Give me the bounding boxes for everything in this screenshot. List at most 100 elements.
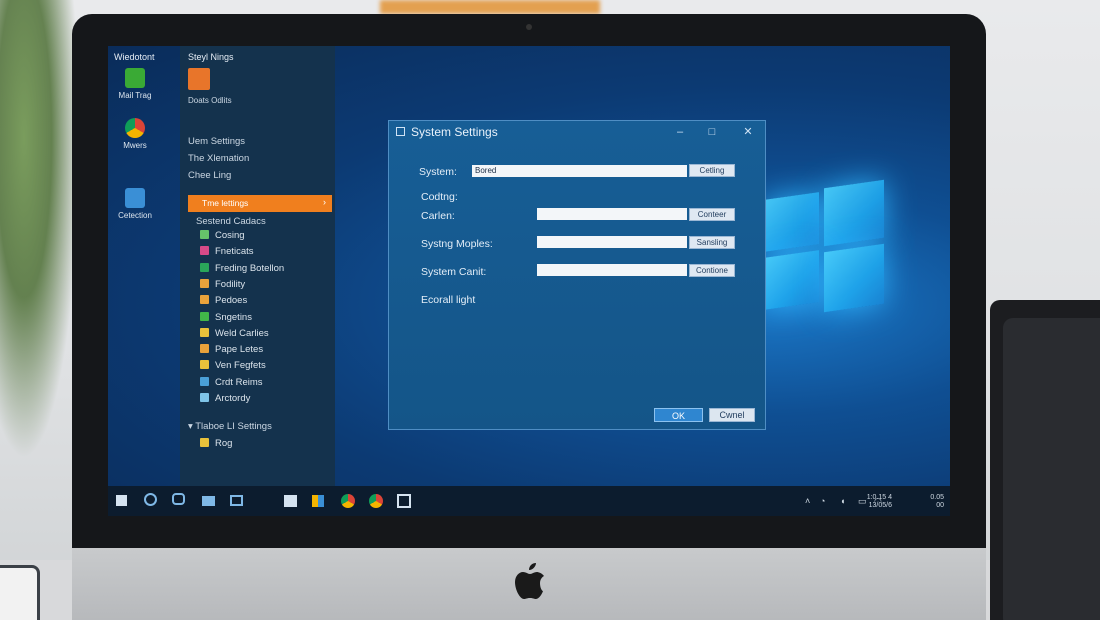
desktop-icon-mail[interactable]: Mail Trag: [108, 68, 170, 100]
app-icon: [200, 246, 209, 256]
speaker-grille: [1003, 318, 1100, 620]
desktop-icon-cetection[interactable]: Cetection: [108, 188, 170, 220]
start-panel: Steyl Nings Doats Odlits Uem Settings Th…: [180, 46, 335, 486]
close-button[interactable]: ✕: [737, 123, 759, 141]
chevron-up-icon[interactable]: ˄: [805, 496, 810, 506]
volume-icon[interactable]: ◖: [840, 496, 845, 506]
camera: [526, 24, 532, 30]
ok-button[interactable]: OK: [654, 408, 703, 422]
chrome-icon[interactable]: [369, 494, 383, 508]
field-label: Carlen:: [421, 210, 455, 222]
clock-time: 1:0.15 4: [866, 494, 892, 501]
panel-item[interactable]: Pape Letes: [200, 344, 263, 355]
panel-link[interactable]: The Xlemation: [188, 153, 249, 164]
minimize-button[interactable]: –: [669, 123, 691, 141]
screen: Wiedotont Mail Trag Mwers Cetection Stey…: [108, 46, 950, 516]
clock[interactable]: 1:0.15 4 13/05/6: [867, 494, 892, 510]
background-plant: [0, 0, 80, 460]
download-icon[interactable]: [397, 494, 411, 508]
panel-item-label: Rog: [215, 438, 233, 449]
apple-logo-icon: [515, 563, 544, 599]
desktop-title: Wiedotont: [114, 52, 155, 62]
field-label: System:: [419, 166, 457, 178]
system-button[interactable]: Cetling: [689, 164, 735, 177]
panel-item[interactable]: Crdt Reims: [200, 376, 263, 388]
desktop-icon-label: Cetection: [118, 211, 152, 220]
app-icon: [200, 393, 209, 402]
chrome-icon[interactable]: [341, 494, 355, 508]
carlen-input[interactable]: [537, 208, 687, 220]
chrome-icon: [125, 118, 145, 138]
notification-area[interactable]: 0.05 00: [930, 494, 944, 510]
panel-item[interactable]: Fodility: [200, 278, 246, 290]
network-icon[interactable]: ◔: [820, 496, 825, 506]
panel-item[interactable]: Arctordy: [200, 393, 250, 404]
panel-item-label: Arctordy: [215, 393, 251, 404]
field-label: Systng Moples:: [421, 238, 493, 250]
carlen-button[interactable]: Conteer: [689, 208, 735, 221]
panel-item-label: Ven Fegfets: [215, 360, 266, 372]
panel-item[interactable]: Pedoes: [200, 295, 247, 306]
panel-group-item[interactable]: Rog: [200, 438, 232, 449]
explorer-icon[interactable]: [312, 495, 324, 507]
app-tile-icon[interactable]: [188, 68, 210, 90]
panel-section-label: Sestend Cadacs: [196, 216, 266, 227]
chevron-right-icon: ›: [323, 197, 326, 207]
system-canit-input[interactable]: [537, 264, 687, 276]
highlighted-label: Tme lettings: [202, 198, 249, 208]
systng-moples-input[interactable]: [537, 236, 687, 248]
taskbar: ˄ ◔ ◖ ▭ ◠ 1:0.15 4 13/05/6 0.05 00: [108, 486, 950, 516]
notification-bottom: 00: [936, 502, 944, 509]
folder-icon[interactable]: [202, 496, 215, 506]
app-green-icon: [125, 68, 145, 88]
folder-icon: [200, 438, 209, 447]
maximize-button[interactable]: □: [701, 123, 723, 141]
window-icon: [396, 127, 405, 136]
dialog-title: System Settings: [411, 125, 498, 139]
clock-date: 13/05/6: [868, 502, 892, 509]
desktop-icons: Wiedotont Mail Trag Mwers Cetection: [108, 46, 178, 486]
panel-title: Steyl Nings: [188, 52, 234, 62]
panel-item-label: Cosing: [215, 230, 245, 241]
dialog-titlebar[interactable]: System Settings – □ ✕: [389, 121, 765, 143]
app-icon: [200, 295, 209, 305]
app-icon: [200, 311, 209, 321]
panel-item-label: Freding Botellon: [215, 262, 285, 274]
start-button[interactable]: [116, 495, 127, 506]
panel-item[interactable]: Sngetins: [200, 311, 252, 323]
systng-moples-button[interactable]: Sansling: [689, 236, 735, 249]
notification-top: 0.05: [930, 494, 944, 501]
windows-store-icon: [125, 188, 145, 208]
app-icon: [200, 262, 209, 272]
cup: [0, 565, 40, 620]
store-icon[interactable]: [284, 495, 297, 507]
panel-highlighted-item[interactable]: Tme lettings ›: [188, 195, 332, 212]
panel-item[interactable]: Freding Botellon: [200, 262, 285, 274]
app-icon: [200, 344, 209, 354]
app-icon: [200, 278, 209, 288]
panel-item[interactable]: Fneticats: [200, 246, 254, 257]
panel-item[interactable]: Ven Fegfets: [200, 360, 266, 371]
panel-link[interactable]: Uem Settings: [188, 136, 245, 147]
cancel-button[interactable]: Cwnel: [709, 408, 755, 422]
desktop-icon-label: Mwers: [123, 141, 147, 150]
app-icon: [200, 376, 209, 386]
panel-item-label: Pedoes: [215, 295, 248, 307]
window-icon[interactable]: [230, 495, 243, 506]
panel-item-label: Fneticats: [215, 246, 254, 258]
panel-group[interactable]: ▾ Tlaboe LI Settings: [188, 421, 272, 432]
app-icon: [200, 230, 209, 239]
system-canit-button[interactable]: Contione: [689, 264, 735, 277]
panel-group-label: Tlaboe LI Settings: [195, 421, 272, 432]
battery-icon[interactable]: ▭: [858, 496, 867, 507]
panel-item[interactable]: Cosing: [200, 230, 245, 241]
panel-item-label: Pape Letes: [215, 344, 264, 356]
system-input[interactable]: Bored: [472, 165, 687, 177]
desktop-icon-chrome[interactable]: Mwers: [108, 118, 170, 150]
search-icon[interactable]: [144, 493, 157, 506]
panel-item[interactable]: Weld Carlies: [200, 327, 269, 339]
panel-item-label: Fodility: [215, 278, 246, 290]
chat-icon[interactable]: [172, 493, 185, 505]
background-shelf: [380, 0, 600, 14]
panel-link[interactable]: Chee Ling: [188, 170, 231, 181]
